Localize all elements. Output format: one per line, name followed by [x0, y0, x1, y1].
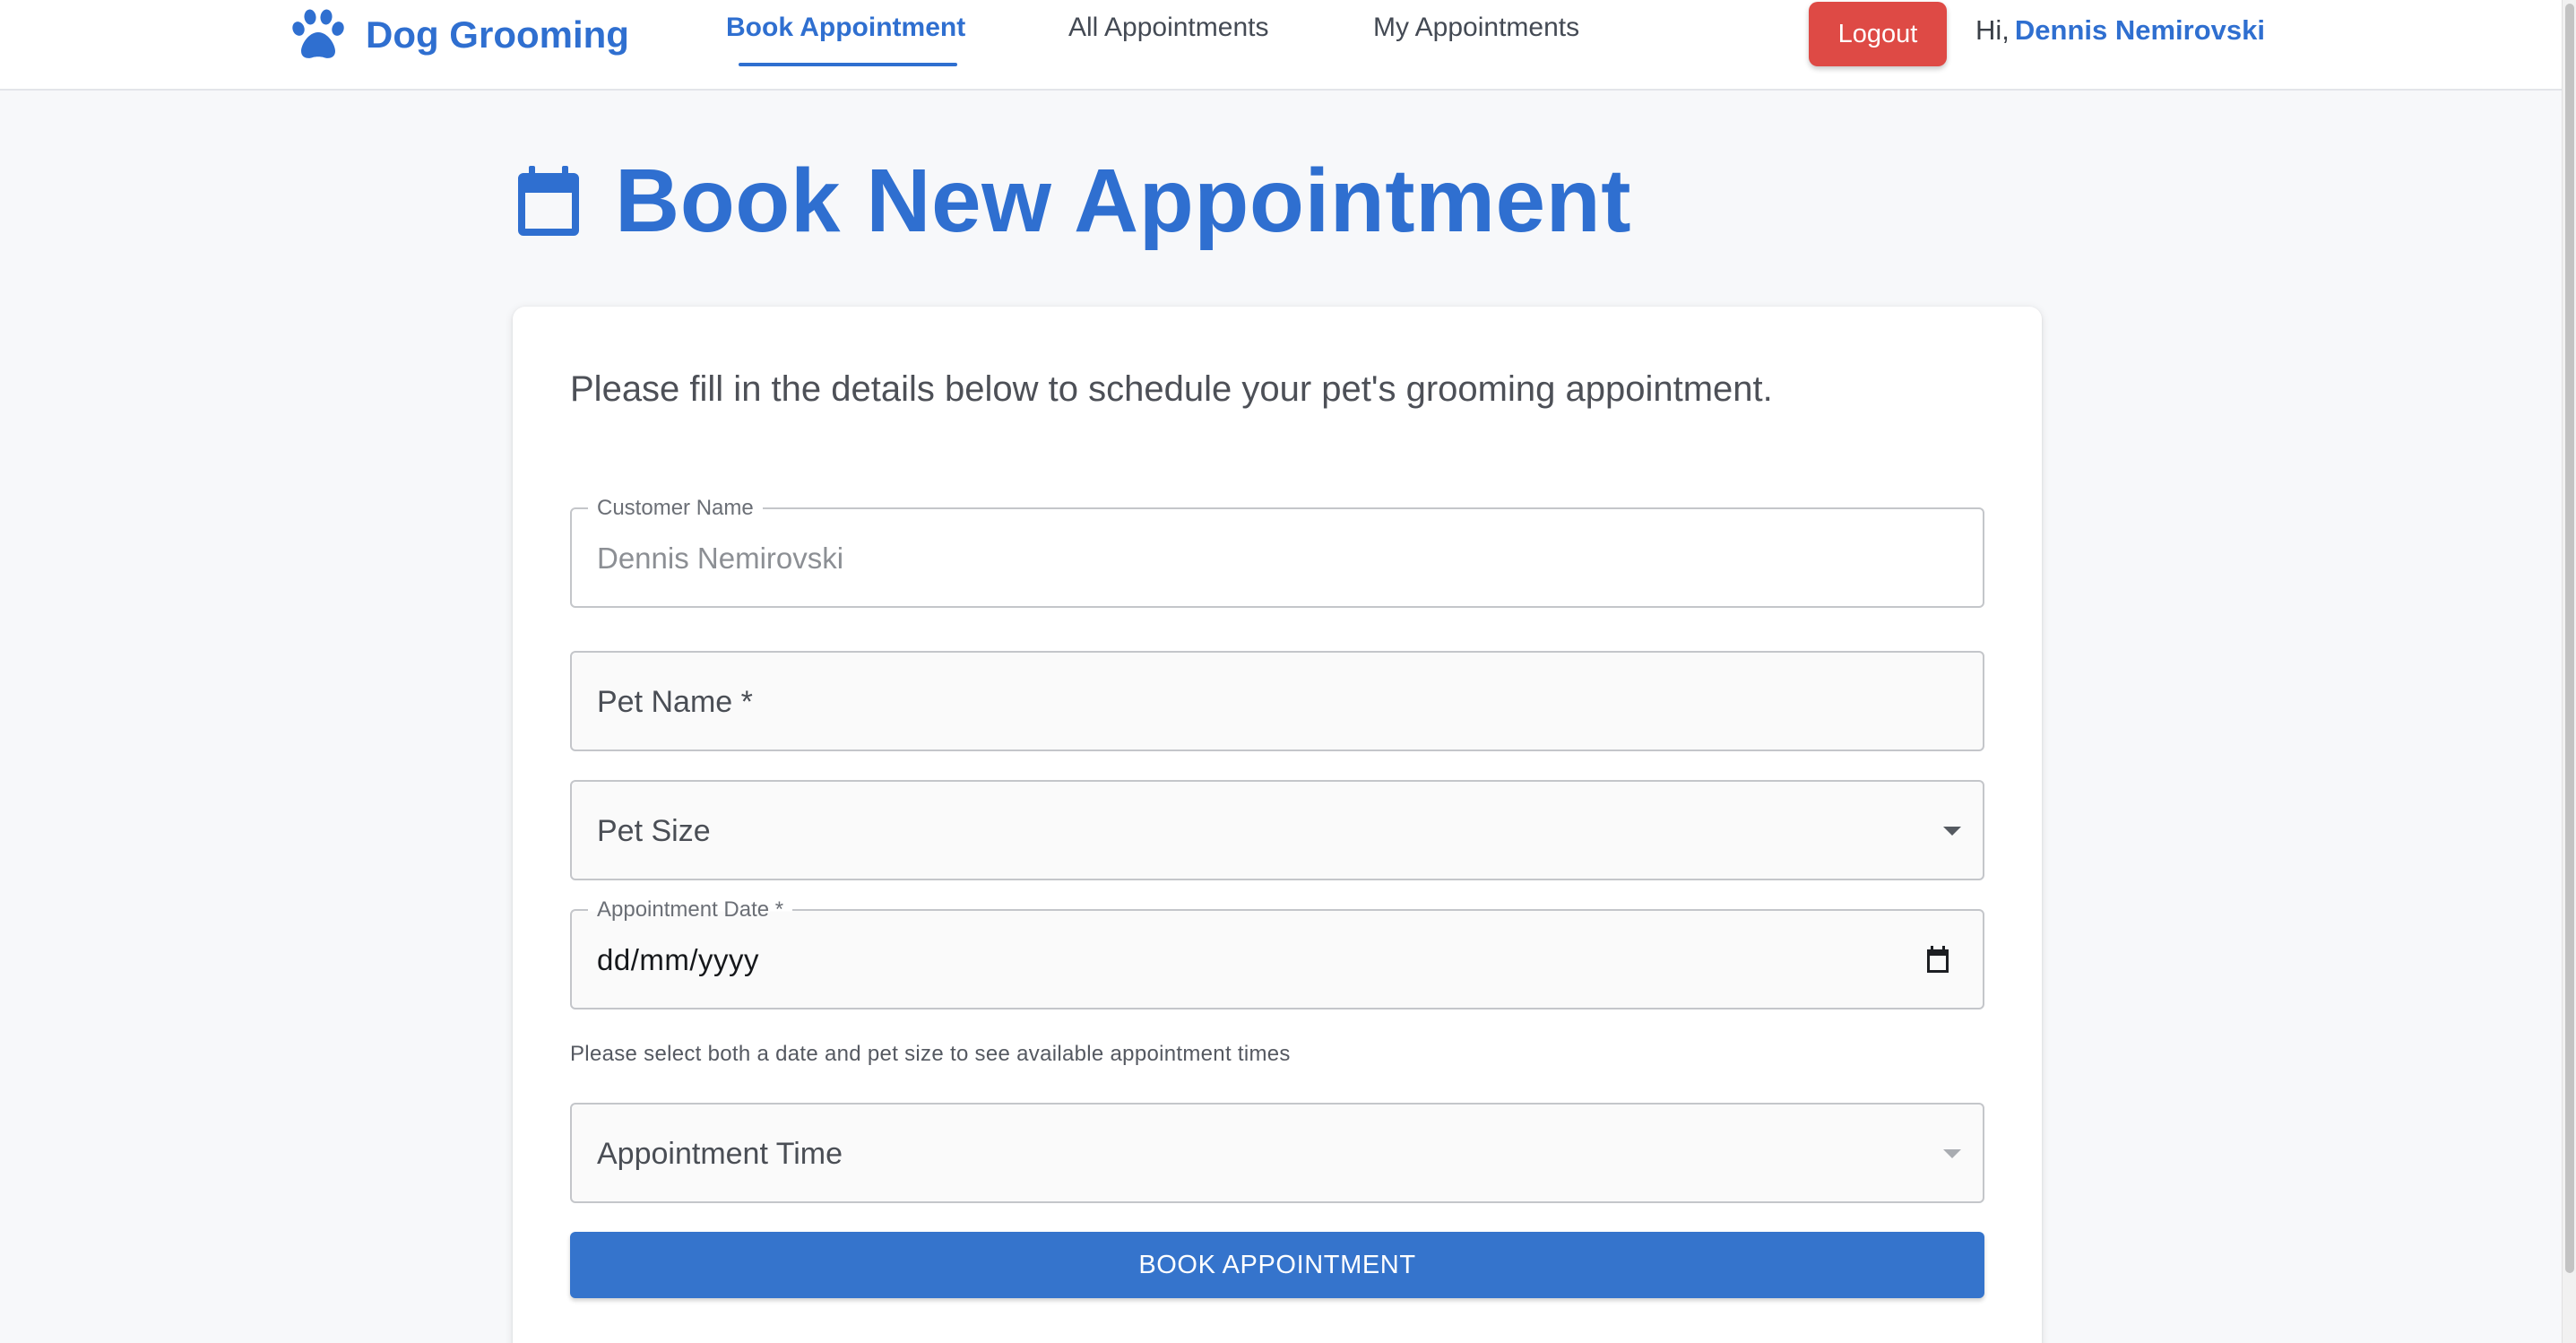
customer-name-label: Customer Name [588, 496, 763, 521]
nav-link-my-appointments[interactable]: My Appointments [1373, 13, 1579, 43]
book-appointment-button[interactable]: BOOK APPOINTMENT [570, 1232, 1984, 1298]
pet-size-label: Pet Size [597, 814, 711, 848]
logout-button[interactable]: Logout [1809, 2, 1947, 66]
helper-text: Please select both a date and pet size t… [570, 1042, 1291, 1066]
page-heading: Book New Appointment [516, 151, 1631, 251]
dropdown-caret-icon [1943, 827, 1961, 836]
calendar-picker-icon[interactable] [1925, 945, 1950, 974]
appointment-time-label: Appointment Time [597, 1137, 843, 1171]
customer-name-field[interactable]: Customer Name Dennis Nemirovski [570, 496, 1984, 608]
greeting-prefix: Hi, [1975, 14, 2010, 46]
appointment-date-field[interactable]: Appointment Date * dd/mm/yyyy [570, 897, 1984, 1009]
pet-name-label: Pet Name * [597, 685, 753, 719]
vertical-scrollbar[interactable] [2562, 0, 2576, 1343]
appointment-date-value: dd/mm/yyyy [597, 943, 760, 976]
pet-name-field[interactable]: Pet Name * [570, 651, 1984, 751]
user-greeting: Hi, Dennis Nemirovski [1975, 14, 2265, 47]
top-navbar: Dog Grooming Book Appointment All Appoin… [0, 0, 2562, 91]
user-name-link[interactable]: Dennis Nemirovski [2015, 14, 2265, 46]
nav-link-all-appointments[interactable]: All Appointments [1068, 13, 1268, 43]
page-title: Book New Appointment [615, 150, 1632, 251]
brand-title: Dog Grooming [366, 13, 629, 56]
nav-link-book-appointment[interactable]: Book Appointment [726, 13, 965, 43]
appointment-time-select[interactable]: Appointment Time [570, 1103, 1984, 1203]
form-intro-text: Please fill in the details below to sche… [570, 369, 1773, 409]
appointment-date-label: Appointment Date * [588, 897, 793, 923]
scrollbar-thumb[interactable] [2565, 4, 2574, 1273]
dropdown-caret-icon [1943, 1149, 1961, 1158]
brand-logo-link[interactable]: Dog Grooming [290, 9, 629, 61]
booking-form-card: Please fill in the details below to sche… [513, 307, 2042, 1343]
customer-name-value: Dennis Nemirovski [597, 542, 844, 575]
paw-icon [290, 9, 346, 61]
page: Dog Grooming Book Appointment All Appoin… [0, 0, 2576, 1343]
pet-size-select[interactable]: Pet Size [570, 780, 1984, 880]
active-nav-indicator [739, 63, 957, 66]
calendar-icon [516, 164, 581, 238]
